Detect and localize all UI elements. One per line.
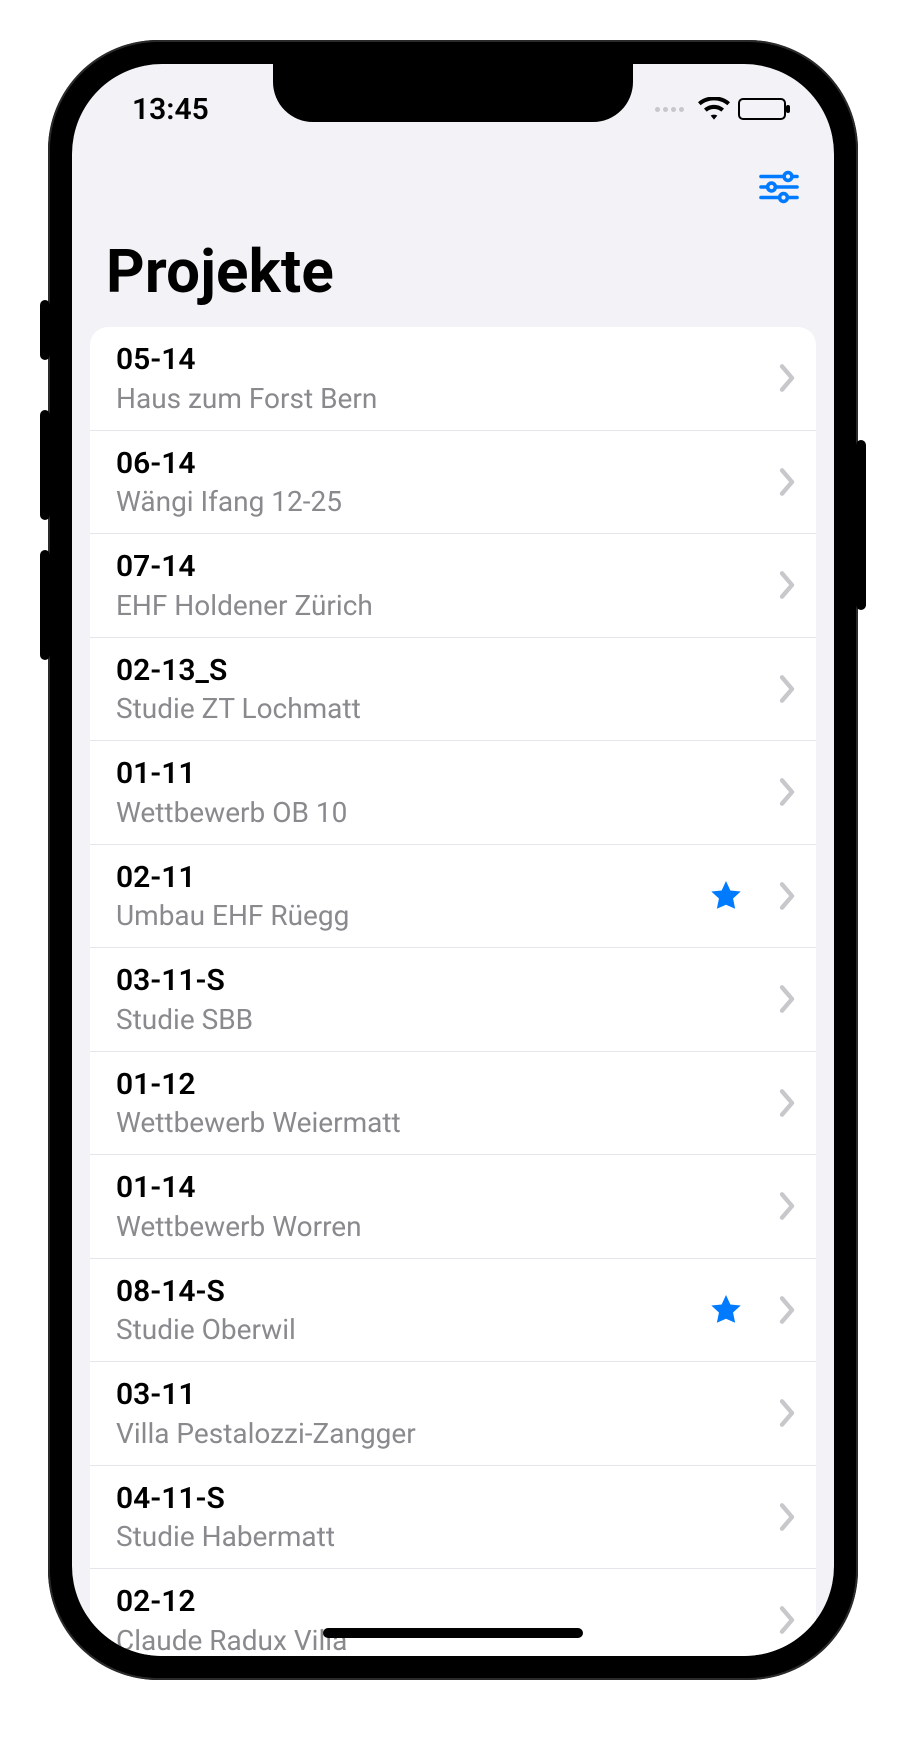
project-name: Studie Habermatt (116, 1519, 778, 1554)
project-code: 01-11 (116, 755, 778, 793)
status-time: 13:45 (132, 92, 209, 127)
project-row-text: 05-14Haus zum Forst Bern (116, 341, 778, 416)
project-row-text: 04-11-SStudie Habermatt (116, 1480, 778, 1555)
project-row-text: 01-14Wettbewerb Worren (116, 1169, 778, 1244)
chevron-right-icon (778, 1295, 796, 1325)
project-code: 02-11 (116, 859, 708, 897)
project-code: 01-14 (116, 1169, 778, 1207)
chevron-right-icon (778, 1605, 796, 1635)
project-code: 08-14-S (116, 1273, 708, 1311)
phone-volume-down (40, 550, 50, 660)
chevron-right-icon (778, 1398, 796, 1428)
project-row[interactable]: 01-12Wettbewerb Weiermatt (90, 1052, 816, 1156)
project-row[interactable]: 01-11Wettbewerb OB 10 (90, 741, 816, 845)
project-list[interactable]: 05-14Haus zum Forst Bern 06-14Wängi Ifang… (90, 327, 816, 1656)
filter-icon[interactable] (758, 169, 800, 209)
page-title: Projekte (72, 224, 834, 327)
project-name: Studie SBB (116, 1002, 778, 1037)
project-name: Villa Pestalozzi-Zangger (116, 1416, 778, 1451)
home-indicator[interactable] (323, 1628, 583, 1638)
chevron-right-icon (778, 467, 796, 497)
project-name: Wettbewerb OB 10 (116, 795, 778, 830)
chevron-right-icon (778, 881, 796, 911)
project-row[interactable]: 03-11-SStudie SBB (90, 948, 816, 1052)
project-row[interactable]: 02-12Claude Radux Villa (90, 1569, 816, 1656)
cellular-dots-icon (655, 107, 684, 112)
status-indicators (655, 97, 786, 121)
project-code: 03-11-S (116, 962, 778, 1000)
project-code: 03-11 (116, 1376, 778, 1414)
project-row-text: 06-14Wängi Ifang 12-25 (116, 445, 778, 520)
project-code: 02-13_S (116, 652, 778, 690)
phone-notch (273, 64, 633, 122)
project-name: EHF Holdener Zürich (116, 588, 778, 623)
chevron-right-icon (778, 363, 796, 393)
nav-bar (72, 154, 834, 224)
project-name: Studie Oberwil (116, 1312, 708, 1347)
project-row[interactable]: 05-14Haus zum Forst Bern (90, 327, 816, 431)
battery-icon (738, 98, 786, 120)
project-name: Haus zum Forst Bern (116, 381, 778, 416)
project-row[interactable]: 02-13_SStudie ZT Lochmatt (90, 638, 816, 742)
project-row-text: 03-11Villa Pestalozzi-Zangger (116, 1376, 778, 1451)
screen: 13:45 (72, 64, 834, 1656)
project-row-text: 02-13_SStudie ZT Lochmatt (116, 652, 778, 727)
project-row-text: 07-14EHF Holdener Zürich (116, 548, 778, 623)
project-row[interactable]: 06-14Wängi Ifang 12-25 (90, 431, 816, 535)
project-name: Umbau EHF Rüegg (116, 898, 708, 933)
project-code: 01-12 (116, 1066, 778, 1104)
project-name: Studie ZT Lochmatt (116, 691, 778, 726)
project-row-text: 01-11Wettbewerb OB 10 (116, 755, 778, 830)
project-row[interactable]: 08-14-SStudie Oberwil (90, 1259, 816, 1363)
project-row-text: 02-12Claude Radux Villa (116, 1583, 778, 1656)
project-row-text: 01-12Wettbewerb Weiermatt (116, 1066, 778, 1141)
project-name: Wängi Ifang 12-25 (116, 484, 778, 519)
chevron-right-icon (778, 1191, 796, 1221)
star-icon (708, 878, 744, 914)
project-code: 05-14 (116, 341, 778, 379)
project-row[interactable]: 02-11Umbau EHF Rüegg (90, 845, 816, 949)
chevron-right-icon (778, 984, 796, 1014)
project-name: Wettbewerb Worren (116, 1209, 778, 1244)
project-name: Wettbewerb Weiermatt (116, 1105, 778, 1140)
star-icon (708, 1292, 744, 1328)
chevron-right-icon (778, 674, 796, 704)
project-row[interactable]: 07-14EHF Holdener Zürich (90, 534, 816, 638)
project-row[interactable]: 03-11Villa Pestalozzi-Zangger (90, 1362, 816, 1466)
wifi-icon (698, 97, 730, 121)
phone-frame: 13:45 (48, 40, 858, 1680)
project-code: 04-11-S (116, 1480, 778, 1518)
project-row[interactable]: 04-11-SStudie Habermatt (90, 1466, 816, 1570)
chevron-right-icon (778, 1502, 796, 1532)
phone-mute-switch (40, 300, 50, 360)
phone-volume-up (40, 410, 50, 520)
project-row[interactable]: 01-14Wettbewerb Worren (90, 1155, 816, 1259)
chevron-right-icon (778, 777, 796, 807)
project-row-text: 08-14-SStudie Oberwil (116, 1273, 708, 1348)
phone-power-button (856, 440, 866, 610)
project-code: 02-12 (116, 1583, 778, 1621)
chevron-right-icon (778, 570, 796, 600)
project-row-text: 02-11Umbau EHF Rüegg (116, 859, 708, 934)
project-code: 07-14 (116, 548, 778, 586)
project-row-text: 03-11-SStudie SBB (116, 962, 778, 1037)
project-code: 06-14 (116, 445, 778, 483)
chevron-right-icon (778, 1088, 796, 1118)
